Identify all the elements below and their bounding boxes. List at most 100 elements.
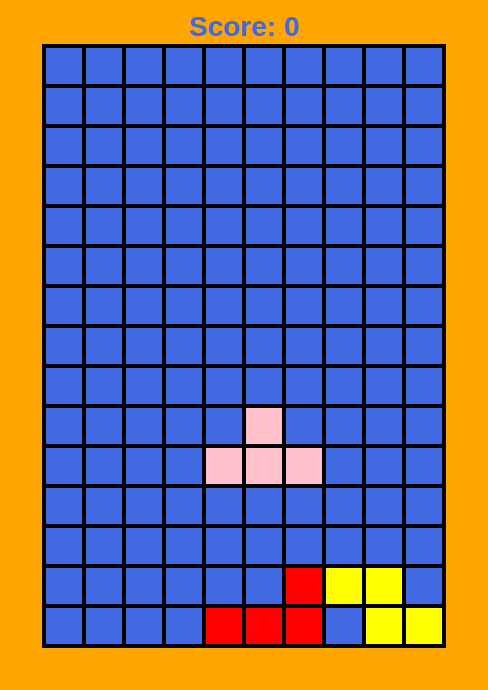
empty-cell [286, 48, 322, 84]
empty-cell [406, 408, 442, 444]
empty-cell [406, 248, 442, 284]
game-board [42, 44, 446, 648]
empty-cell [86, 88, 122, 124]
empty-cell [126, 128, 162, 164]
empty-cell [126, 448, 162, 484]
empty-cell [126, 168, 162, 204]
empty-cell [206, 328, 242, 364]
empty-cell [126, 48, 162, 84]
empty-cell [246, 568, 282, 604]
empty-cell [166, 248, 202, 284]
empty-cell [86, 248, 122, 284]
empty-cell [86, 288, 122, 324]
empty-cell [206, 288, 242, 324]
empty-cell [126, 288, 162, 324]
empty-cell [366, 48, 402, 84]
empty-cell [366, 448, 402, 484]
empty-cell [326, 288, 362, 324]
empty-cell [46, 408, 82, 444]
empty-cell [406, 528, 442, 564]
filled-cell [366, 608, 402, 644]
empty-cell [166, 368, 202, 404]
empty-cell [246, 248, 282, 284]
empty-cell [166, 208, 202, 244]
empty-cell [166, 128, 202, 164]
empty-cell [206, 568, 242, 604]
empty-cell [286, 88, 322, 124]
empty-cell [326, 408, 362, 444]
empty-cell [46, 168, 82, 204]
empty-cell [326, 608, 362, 644]
empty-cell [326, 448, 362, 484]
empty-cell [86, 408, 122, 444]
empty-cell [366, 128, 402, 164]
empty-cell [366, 168, 402, 204]
empty-cell [86, 448, 122, 484]
empty-cell [86, 168, 122, 204]
empty-cell [246, 208, 282, 244]
empty-cell [326, 208, 362, 244]
empty-cell [406, 448, 442, 484]
filled-cell [286, 568, 322, 604]
empty-cell [166, 408, 202, 444]
empty-cell [166, 488, 202, 524]
empty-cell [406, 88, 442, 124]
empty-cell [246, 168, 282, 204]
score-label: Score: 0 [189, 10, 300, 44]
empty-cell [166, 448, 202, 484]
empty-cell [286, 288, 322, 324]
empty-cell [326, 128, 362, 164]
empty-cell [126, 568, 162, 604]
empty-cell [126, 368, 162, 404]
empty-cell [166, 528, 202, 564]
empty-cell [206, 88, 242, 124]
filled-cell [246, 448, 282, 484]
empty-cell [406, 208, 442, 244]
empty-cell [166, 168, 202, 204]
empty-cell [166, 88, 202, 124]
empty-cell [326, 528, 362, 564]
empty-cell [406, 368, 442, 404]
empty-cell [246, 128, 282, 164]
empty-cell [86, 208, 122, 244]
empty-cell [206, 168, 242, 204]
empty-cell [246, 88, 282, 124]
empty-cell [286, 208, 322, 244]
empty-cell [366, 288, 402, 324]
empty-cell [206, 368, 242, 404]
empty-cell [86, 568, 122, 604]
empty-cell [46, 128, 82, 164]
empty-cell [166, 288, 202, 324]
empty-cell [206, 48, 242, 84]
empty-cell [126, 328, 162, 364]
empty-cell [286, 528, 322, 564]
empty-cell [246, 488, 282, 524]
empty-cell [246, 328, 282, 364]
empty-cell [326, 248, 362, 284]
empty-cell [46, 608, 82, 644]
empty-cell [86, 128, 122, 164]
empty-cell [286, 408, 322, 444]
empty-cell [166, 568, 202, 604]
filled-cell [286, 448, 322, 484]
empty-cell [86, 368, 122, 404]
empty-cell [286, 128, 322, 164]
filled-cell [246, 608, 282, 644]
empty-cell [166, 328, 202, 364]
filled-cell [246, 408, 282, 444]
empty-cell [406, 168, 442, 204]
empty-cell [366, 488, 402, 524]
empty-cell [206, 488, 242, 524]
empty-cell [246, 288, 282, 324]
empty-cell [86, 608, 122, 644]
empty-cell [46, 88, 82, 124]
empty-cell [246, 48, 282, 84]
filled-cell [326, 568, 362, 604]
empty-cell [246, 528, 282, 564]
empty-cell [206, 528, 242, 564]
empty-cell [46, 288, 82, 324]
empty-cell [126, 88, 162, 124]
empty-cell [46, 328, 82, 364]
empty-cell [46, 568, 82, 604]
game-page: Score: 0 [0, 0, 488, 690]
